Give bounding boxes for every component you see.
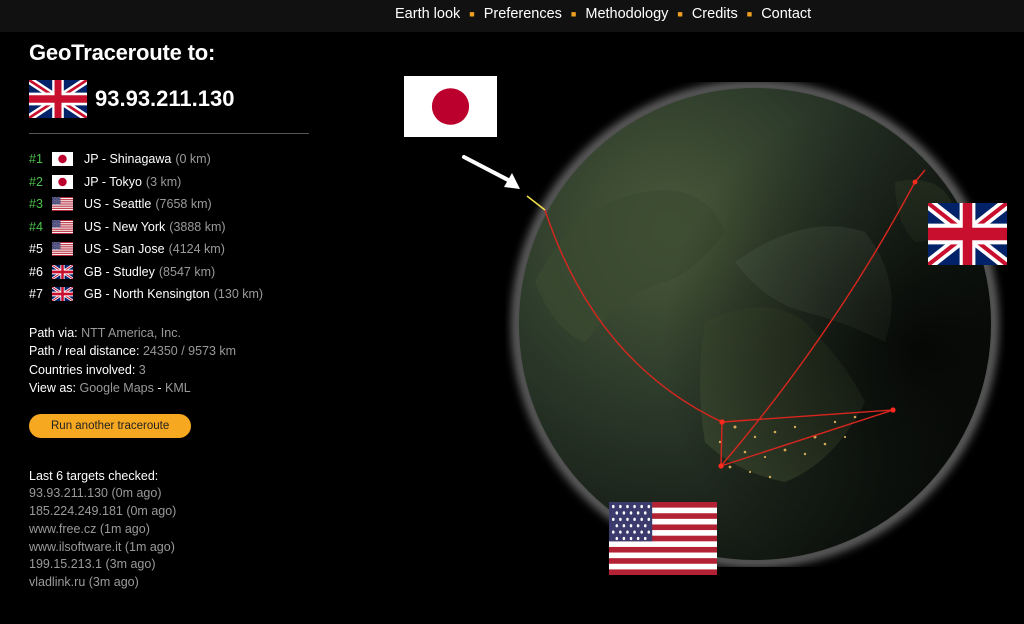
kml-link[interactable]: KML [165,381,191,395]
hop-location: US - San Jose [84,242,165,257]
hop-number: #1 [29,152,43,167]
globe-view[interactable] [505,82,1005,567]
distance-value: 24350 / 9573 km [142,344,237,358]
path-via-line: Path via: NTT America, Inc. [29,324,319,343]
top-navigation: Earth look ■ Preferences ■ Methodology ■… [0,0,1024,32]
nav-preferences[interactable]: Preferences [484,6,562,22]
route-info: Path via: NTT America, Inc. Path / real … [29,324,319,398]
hop-row: #5 US - San Jose (4124 km) [29,238,319,261]
hop-row: #6 GB - Studley (8547 km) [29,261,319,284]
nav-separator: ■ [469,9,475,19]
recent-target-item[interactable]: www.free.cz (1m ago) [29,521,319,539]
hop-number: #4 [29,219,43,234]
view-as-label: View as: [29,381,77,395]
nav-separator: ■ [570,9,577,19]
recent-target-item[interactable]: vladlink.ru (3m ago) [29,574,319,592]
arrow-icon [462,155,520,189]
hop-distance: (8547 km) [158,264,216,279]
recent-targets: Last 6 targets checked: 93.93.211.130 (0… [29,468,319,593]
us-flag-icon [52,242,73,256]
recent-targets-title: Last 6 targets checked: [29,468,159,483]
hop-location: JP - Tokyo [84,174,142,189]
view-as-line: View as: Google Maps - KML [29,379,319,398]
nav-separator: ■ [677,9,683,19]
countries-label: Countries involved: [29,362,136,377]
path-via-value: NTT America, Inc. [81,325,181,340]
origin-marker [526,195,546,211]
countries-value: 3 [138,362,146,377]
hop-distance: (0 km) [175,152,211,167]
distance-line: Path / real distance: 24350 / 9573 km [29,342,319,361]
distance-label: Path / real distance: [29,344,140,358]
path-via-label: Path via: [29,325,78,340]
hop-location: GB - Studley [84,264,155,279]
hop-distance: (130 km) [213,287,264,302]
us-flag-icon [609,502,717,575]
hop-number: #5 [29,242,43,257]
gb-flag-icon [52,265,73,279]
hop-number: #6 [29,264,43,279]
hop-number: #7 [29,287,43,302]
hop-distance: (4124 km) [168,242,225,257]
hop-location: US - Seattle [84,197,152,212]
jp-flag-icon [52,152,73,166]
page-title: GeoTraceroute to: [29,40,216,65]
hop-location: US - New York [84,219,166,234]
nav-separator: ■ [746,9,753,19]
jp-flag-icon [52,175,73,189]
recent-target-item[interactable]: 93.93.211.130 (0m ago) [29,485,319,503]
recent-target-item[interactable]: www.ilsoftware.it (1m ago) [29,539,319,557]
divider [29,133,309,134]
globe-night-shade [519,88,991,560]
nav-menu: Earth look ■ Preferences ■ Methodology ■… [395,6,811,22]
hop-distance: (3888 km) [169,219,226,234]
recent-target-item[interactable]: 199.15.213.1 (3m ago) [29,556,319,574]
us-flag-icon [52,197,73,211]
gb-flag-icon [52,287,73,301]
run-traceroute-button[interactable]: Run another traceroute [29,413,192,438]
nav-contact[interactable]: Contact [761,6,811,22]
countries-line: Countries involved: 3 [29,361,319,380]
results-panel: GeoTraceroute to: 93.93.211.130 #1 JP - … [29,40,319,592]
nav-credits[interactable]: Credits [692,6,738,22]
hop-distance: (3 km) [145,174,182,189]
gb-flag-icon [928,203,1007,265]
us-flag-icon [52,220,73,234]
hop-location: GB - North Kensington [84,287,210,302]
target-header: 93.93.211.130 [29,80,319,118]
hop-row: #2 JP - Tokyo (3 km) [29,171,319,194]
nav-earth-look[interactable]: Earth look [395,6,460,22]
recent-target-item[interactable]: 185.224.249.181 (0m ago) [29,503,319,521]
hop-number: #2 [29,174,43,189]
hop-row: #1 JP - Shinagawa (0 km) [29,148,319,171]
hop-distance: (7658 km) [155,197,212,212]
nav-methodology[interactable]: Methodology [585,6,668,22]
hop-number: #3 [29,197,43,212]
hop-row: #4 US - New York (3888 km) [29,216,319,239]
target-ip: 93.93.211.130 [95,86,235,111]
hop-row: #7 GB - North Kensington (130 km) [29,283,319,306]
view-separator: - [157,381,162,395]
gb-flag-icon [29,80,87,118]
google-maps-link[interactable]: Google Maps [80,381,154,395]
jp-flag-icon [404,76,497,137]
hop-list: #1 JP - Shinagawa (0 km) #2 JP - Tokyo (… [29,148,319,306]
hop-location: JP - Shinagawa [84,152,172,167]
hop-row: #3 US - Seattle (7658 km) [29,193,319,216]
